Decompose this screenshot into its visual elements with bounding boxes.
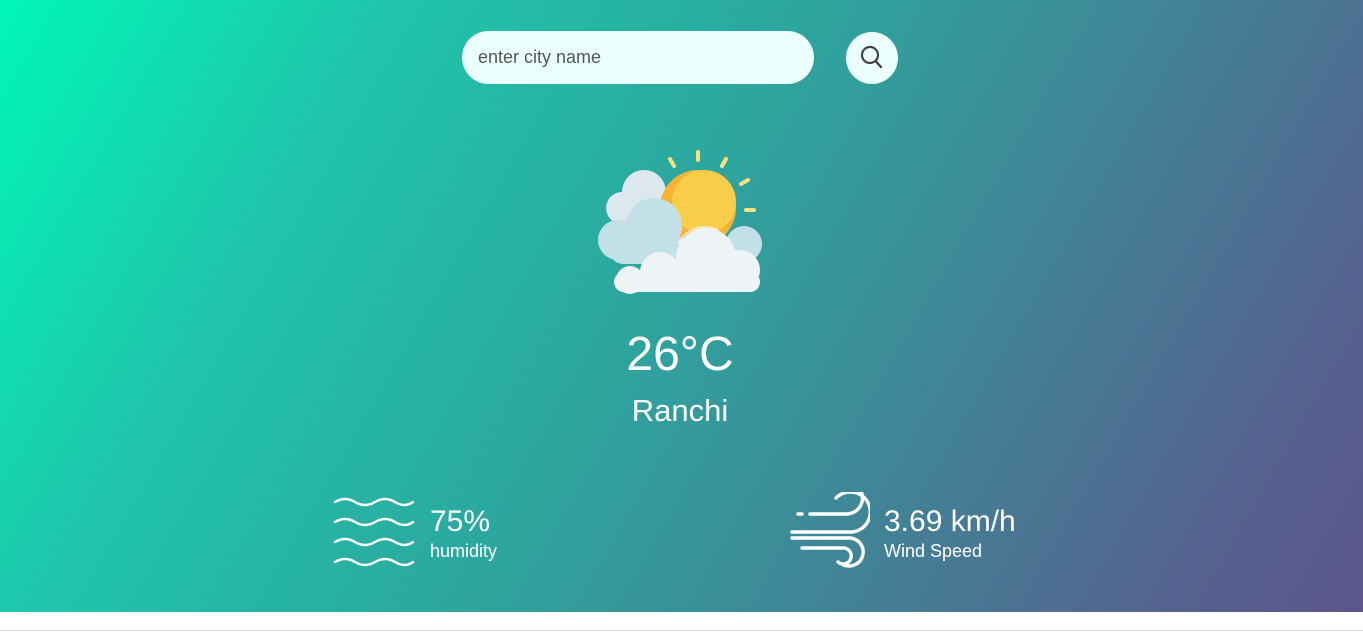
page-divider (0, 630, 1363, 631)
humidity-label: humidity (430, 541, 498, 561)
humidity-value: 75% (430, 505, 491, 538)
temperature: 26°C (626, 328, 734, 381)
wind-speed-label: Wind Speed (884, 541, 983, 561)
search-button[interactable] (846, 32, 898, 84)
wind-speed-value: 3.69 km/h (884, 505, 1016, 538)
search-input[interactable] (462, 31, 814, 84)
partly-cloudy-sun-icon (598, 150, 762, 294)
search-icon (860, 45, 883, 69)
humidity-waves-icon (333, 497, 415, 567)
city-name: Ranchi (631, 393, 729, 428)
wind-icon (790, 492, 870, 568)
weather-card: 26°C Ranchi 75% humidity 3.69 km/h Wind … (0, 0, 1363, 612)
